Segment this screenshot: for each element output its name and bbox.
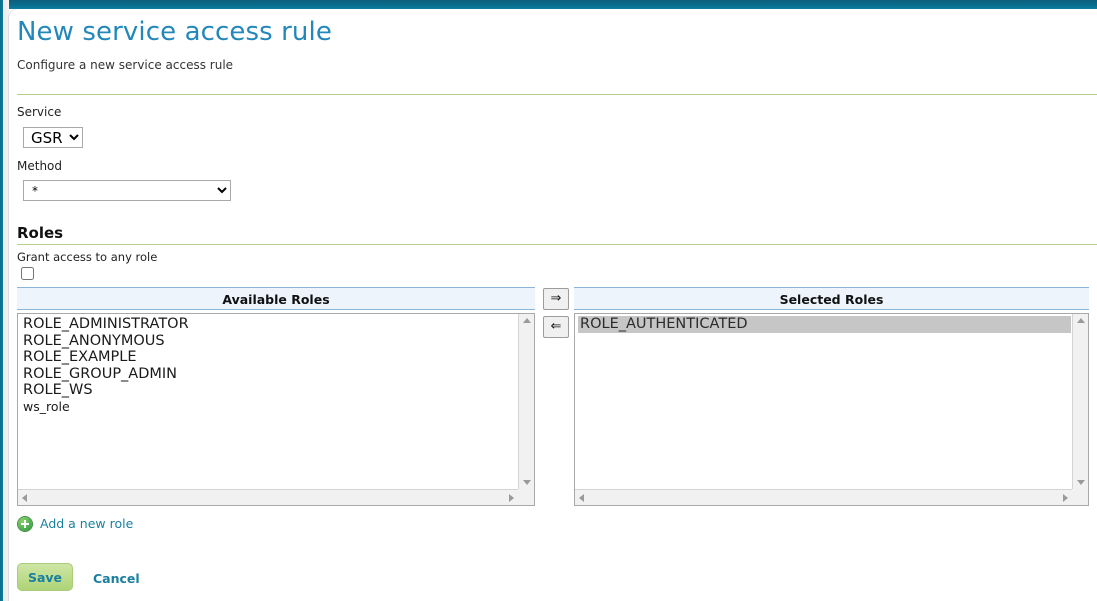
scrollbar-corner — [518, 489, 534, 505]
list-item[interactable]: ROLE_GROUP_ADMIN — [21, 366, 517, 383]
available-vertical-scrollbar[interactable] — [518, 314, 534, 489]
scroll-down-icon[interactable] — [523, 480, 531, 485]
list-item[interactable]: ROLE_ANONYMOUS — [21, 333, 517, 350]
page-title: New service access rule — [17, 17, 332, 47]
grant-any-role-checkbox[interactable] — [21, 267, 34, 280]
transfer-buttons: ⇒ ⇐ — [543, 288, 569, 344]
scroll-left-icon[interactable] — [22, 494, 27, 502]
service-label: Service — [17, 105, 62, 119]
list-item[interactable]: ROLE_WS — [21, 382, 517, 399]
available-roles-header: Available Roles — [17, 287, 535, 310]
plus-circle-icon — [18, 516, 32, 531]
scroll-left-icon[interactable] — [579, 494, 584, 502]
scrollbar-corner — [1072, 489, 1088, 505]
content-panel: New service access rule Configure a new … — [9, 9, 1097, 601]
selected-horizontal-scrollbar[interactable] — [575, 489, 1072, 505]
selected-vertical-scrollbar[interactable] — [1072, 314, 1088, 489]
scroll-up-icon[interactable] — [523, 318, 531, 323]
save-button[interactable]: Save — [17, 563, 73, 591]
available-roles-listbox[interactable]: ROLE_ADMINISTRATOR ROLE_ANONYMOUS ROLE_E… — [17, 313, 535, 506]
method-label: Method — [17, 159, 63, 173]
move-to-selected-button[interactable]: ⇒ — [543, 288, 569, 310]
top-chrome-bar — [0, 0, 1097, 9]
list-item[interactable]: ROLE_ADMINISTRATOR — [21, 316, 517, 333]
method-select[interactable]: * — [23, 180, 231, 201]
divider-roles — [17, 244, 1097, 245]
scroll-right-icon[interactable] — [1063, 494, 1068, 502]
add-new-role-link[interactable]: Add a new role — [40, 516, 133, 531]
service-select[interactable]: GSR — [23, 127, 83, 148]
divider-service — [17, 94, 1097, 95]
list-item[interactable]: ROLE_EXAMPLE — [21, 349, 517, 366]
selected-roles-header: Selected Roles — [574, 287, 1089, 310]
selected-roles-listbox[interactable]: ROLE_AUTHENTICATED — [574, 313, 1089, 506]
available-roles-items: ROLE_ADMINISTRATOR ROLE_ANONYMOUS ROLE_E… — [18, 314, 517, 488]
grant-any-role-label: Grant access to any role — [17, 250, 158, 264]
roles-heading: Roles — [17, 224, 64, 242]
scroll-down-icon[interactable] — [1077, 480, 1085, 485]
list-item[interactable]: ws_role — [21, 399, 517, 416]
scroll-right-icon[interactable] — [509, 494, 514, 502]
left-chrome-strip — [0, 0, 9, 601]
move-to-available-button[interactable]: ⇐ — [543, 316, 569, 338]
available-roles-panel: Available Roles ROLE_ADMINISTRATOR ROLE_… — [17, 287, 535, 506]
available-horizontal-scrollbar[interactable] — [18, 489, 518, 505]
scroll-up-icon[interactable] — [1077, 318, 1085, 323]
selected-roles-items: ROLE_AUTHENTICATED — [575, 314, 1071, 488]
list-item[interactable]: ROLE_AUTHENTICATED — [578, 316, 1071, 333]
add-new-role-row[interactable]: Add a new role — [18, 516, 133, 531]
cancel-link[interactable]: Cancel — [93, 571, 140, 586]
page-subtitle: Configure a new service access rule — [17, 58, 234, 72]
selected-roles-panel: Selected Roles ROLE_AUTHENTICATED — [574, 287, 1089, 506]
